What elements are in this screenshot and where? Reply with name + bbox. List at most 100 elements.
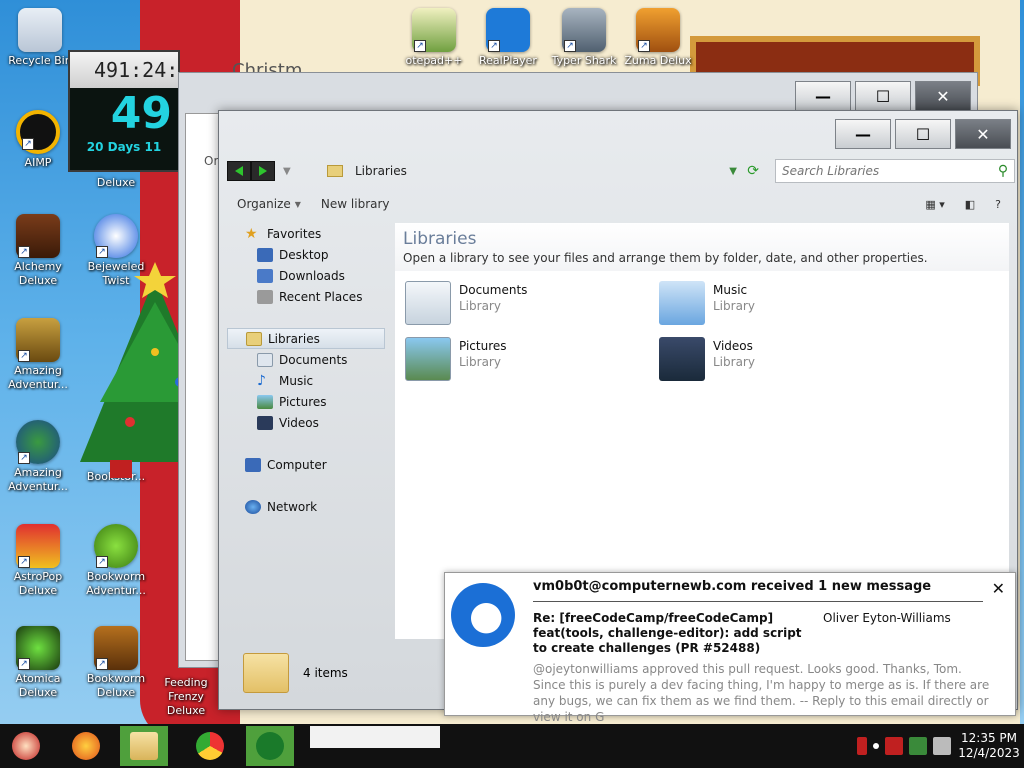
desktop-icon-recycle-bin[interactable]: Recycle Bin bbox=[2, 8, 78, 68]
taskbar-explorer[interactable] bbox=[120, 726, 168, 766]
desktop-icon-deluxe[interactable]: Deluxe bbox=[78, 176, 154, 190]
desktop-icon-typer-shark[interactable]: ↗ Typer Shark bbox=[546, 8, 622, 68]
nav-videos[interactable]: Videos bbox=[227, 412, 385, 433]
preview-pane-icon[interactable]: ◧ bbox=[965, 198, 975, 211]
nav-music[interactable]: ♪ Music bbox=[227, 370, 385, 391]
shortcut-arrow-icon: ↗ bbox=[638, 40, 650, 52]
videos-icon bbox=[257, 415, 273, 430]
library-pictures[interactable]: Pictures Library bbox=[405, 337, 645, 381]
nav-desktop[interactable]: Desktop bbox=[227, 244, 385, 265]
chrome-icon bbox=[196, 732, 224, 760]
forward-button[interactable] bbox=[251, 161, 275, 181]
maximize-button[interactable]: ☐ bbox=[895, 119, 951, 149]
address-bar[interactable]: Libraries ▼ ⟳ bbox=[319, 159, 759, 183]
command-bar: Organize ▼ New library ▦ ▾ ◧ ? bbox=[227, 191, 1009, 217]
recent-places-icon bbox=[257, 289, 273, 304]
typer-shark-icon: ↗ bbox=[562, 8, 606, 52]
tray-volume-icon[interactable] bbox=[933, 737, 951, 755]
search-input[interactable] bbox=[782, 164, 992, 178]
nav-pictures[interactable]: Pictures bbox=[227, 391, 385, 412]
desktop-icon-atomica[interactable]: ↗ Atomica Deluxe bbox=[0, 626, 76, 700]
nav-libraries[interactable]: Libraries bbox=[227, 328, 385, 349]
clock-time: 12:35 PM bbox=[961, 731, 1017, 745]
countdown-days: 20 Days 11 bbox=[86, 140, 162, 154]
nav-documents[interactable]: Documents bbox=[227, 349, 385, 370]
taskbar-firefox[interactable] bbox=[62, 726, 110, 766]
desktop-icon-bookworm-deluxe[interactable]: ↗ Bookworm Deluxe bbox=[78, 626, 154, 700]
back-maximize-button[interactable]: ☐ bbox=[855, 81, 911, 111]
shortcut-arrow-icon: ↗ bbox=[22, 138, 34, 150]
nav-downloads[interactable]: Downloads bbox=[227, 265, 385, 286]
navigation-pane: ★ Favorites Desktop Downloads Recent Pla… bbox=[227, 223, 385, 639]
desktop-icon-zuma[interactable]: ↗ Zuma Delux bbox=[620, 8, 696, 68]
notification-sender: Oliver Eyton-Williams bbox=[823, 611, 951, 625]
star-icon: ★ bbox=[245, 225, 258, 242]
caption-buttons: — ☐ ✕ bbox=[835, 119, 1011, 149]
help-icon[interactable]: ? bbox=[995, 198, 1001, 211]
minimize-button[interactable]: — bbox=[835, 119, 891, 149]
atomica-icon: ↗ bbox=[16, 626, 60, 670]
libraries-icon bbox=[246, 331, 262, 346]
documents-library-icon bbox=[405, 281, 451, 325]
content-subtitle: Open a library to see your files and arr… bbox=[403, 251, 928, 265]
recent-locations-chevron-icon[interactable]: ▼ bbox=[283, 166, 291, 177]
library-videos[interactable]: Videos Library bbox=[659, 337, 899, 381]
countdown-gadget[interactable]: 491:24:20 49 20 Days 11 bbox=[68, 50, 180, 172]
recycle-bin-icon bbox=[18, 8, 62, 52]
taskbar-search-field[interactable] bbox=[310, 726, 440, 748]
refresh-icon[interactable]: ⟳ bbox=[747, 163, 759, 179]
firefox-icon bbox=[72, 732, 100, 760]
christmas-tree-taskbar-icon bbox=[256, 732, 284, 760]
clock-date: 12/4/2023 bbox=[958, 746, 1020, 760]
videos-library-icon bbox=[659, 337, 705, 381]
organize-button[interactable]: Organize ▼ bbox=[227, 197, 311, 211]
back-window-caption-buttons: — ☐ ✕ bbox=[795, 81, 971, 111]
content-header: Libraries Open a library to see your fil… bbox=[395, 223, 1009, 271]
folder-icon bbox=[243, 653, 289, 693]
notification-close-button[interactable]: ✕ bbox=[992, 579, 1005, 598]
start-button[interactable] bbox=[2, 726, 50, 766]
new-library-button[interactable]: New library bbox=[311, 197, 400, 211]
tray-network-icon[interactable] bbox=[909, 737, 927, 755]
amazing-adventures-icon: ↗ bbox=[16, 318, 60, 362]
address-dropdown-icon[interactable]: ▼ bbox=[729, 166, 737, 177]
library-music[interactable]: Music Library bbox=[659, 281, 899, 325]
search-box[interactable]: ⚲ bbox=[775, 159, 1015, 183]
desktop-icon-bookworm-adventures[interactable]: ↗ Bookworm Adventur... bbox=[78, 524, 154, 598]
bookworm-adventures-icon: ↗ bbox=[94, 524, 138, 568]
desktop-icon-notepadpp[interactable]: ↗ otepad++ bbox=[396, 8, 472, 68]
view-options-icon[interactable]: ▦ ▾ bbox=[925, 198, 944, 211]
desktop-icon-feeding-frenzy[interactable]: Feeding Frenzy Deluxe bbox=[152, 676, 220, 718]
back-minimize-button[interactable]: — bbox=[795, 81, 851, 111]
shortcut-arrow-icon: ↗ bbox=[18, 350, 30, 362]
notification-divider bbox=[533, 601, 983, 602]
desktop-icon-realplayer[interactable]: ↗ RealPlayer bbox=[470, 8, 546, 68]
desktop-icon bbox=[257, 247, 273, 262]
alchemy-icon: ↗ bbox=[16, 214, 60, 258]
taskbar-christmas-gadget[interactable] bbox=[246, 726, 294, 766]
thunderbird-icon bbox=[451, 583, 515, 647]
desktop-icon-astropop[interactable]: ↗ AstroPop Deluxe bbox=[0, 524, 76, 598]
back-close-button[interactable]: ✕ bbox=[915, 81, 971, 111]
tray-flag-icon[interactable] bbox=[857, 737, 867, 755]
mail-notification[interactable]: vm0b0t@computernewb.com received 1 new m… bbox=[444, 572, 1016, 724]
desktop-icon-aimp[interactable]: ↗ AIMP bbox=[0, 110, 76, 170]
computer-icon bbox=[245, 457, 261, 472]
nav-computer[interactable]: Computer bbox=[227, 454, 385, 475]
tray-dot-icon[interactable] bbox=[873, 743, 879, 749]
taskbar-clock[interactable]: 12:35 PM 12/4/2023 bbox=[954, 731, 1024, 761]
item-count: 4 items bbox=[303, 666, 348, 680]
astropop-icon: ↗ bbox=[16, 524, 60, 568]
tray-action-center-icon[interactable] bbox=[885, 737, 903, 755]
back-button[interactable] bbox=[227, 161, 251, 181]
close-button[interactable]: ✕ bbox=[955, 119, 1011, 149]
shortcut-arrow-icon: ↗ bbox=[96, 658, 108, 670]
nav-arrows bbox=[227, 161, 275, 181]
search-icon[interactable]: ⚲ bbox=[992, 163, 1014, 179]
nav-network[interactable]: Network bbox=[227, 496, 385, 517]
nav-favorites[interactable]: ★ Favorites bbox=[227, 223, 385, 244]
santa-start-icon bbox=[12, 732, 40, 760]
taskbar-chrome[interactable] bbox=[186, 726, 234, 766]
library-documents[interactable]: Documents Library bbox=[405, 281, 645, 325]
nav-recent-places[interactable]: Recent Places bbox=[227, 286, 385, 307]
